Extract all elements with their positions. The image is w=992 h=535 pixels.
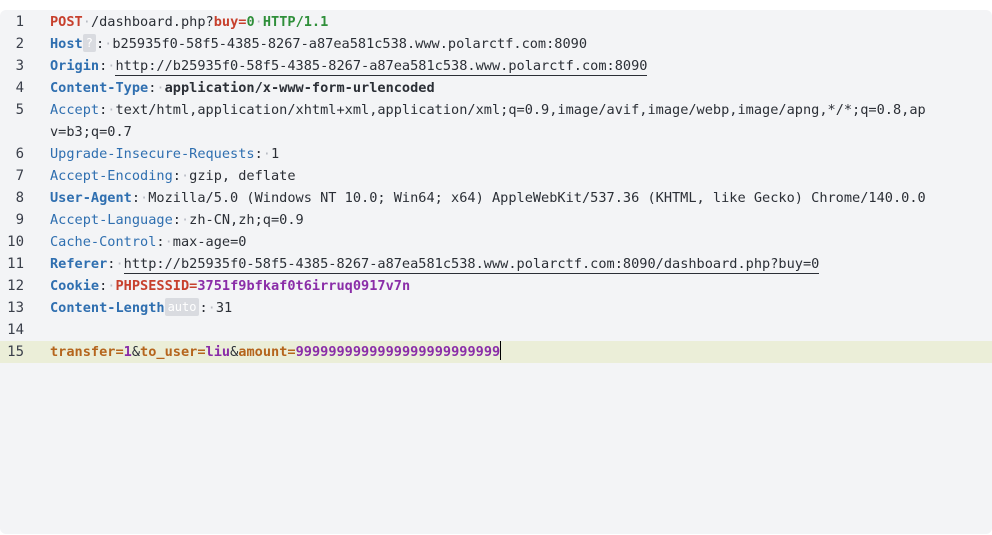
- body-param-key: transfer: [50, 344, 116, 360]
- header-upgrade-insecure-requests: 6 Upgrade-Insecure-Requests:·1: [15, 146, 280, 162]
- header-name: Cache-Control: [50, 234, 157, 250]
- header-name: Content-Length: [50, 300, 165, 316]
- header-accept: 5 Accept:·text/html,application/xhtml+xm…: [15, 102, 926, 118]
- text-cursor: [500, 341, 502, 360]
- line-number: 1: [15, 14, 24, 30]
- request-line: 1 POST·/dashboard.php?buy=0·HTTP/1.1: [0, 11, 992, 33]
- header-value: Mozilla/5.0 (Windows NT 10.0; Win64; x64…: [148, 190, 926, 206]
- body-param-value: liu: [205, 344, 231, 360]
- body-param-value: 1: [123, 344, 132, 360]
- request-path: /dashboard.php?: [90, 14, 214, 30]
- help-badge[interactable]: ?: [82, 34, 96, 52]
- request-editor[interactable]: 1 POST·/dashboard.php?buy=0·HTTP/1.1 2 H…: [0, 10, 992, 534]
- header-value: 31: [215, 300, 233, 316]
- header-name: Referer: [50, 256, 108, 272]
- header-name: Accept-Language: [50, 212, 173, 228]
- header-content-type: 4 Content-Type:·application/x-www-form-u…: [15, 80, 435, 96]
- header-accept-encoding: 7 Accept-Encoding:·gzip, deflate: [15, 168, 296, 184]
- origin-url[interactable]: http://b25935f0-58f5-4385-8267-a87ea581c…: [115, 58, 648, 76]
- header-user-agent: 8 User-Agent:·Mozilla/5.0 (Windows NT 10…: [15, 190, 926, 206]
- header-host: 2 Host?:·b25935f0-58f5-4385-8267-a87ea58…: [15, 34, 588, 52]
- header-value: 1: [270, 146, 280, 162]
- header-value: application/x-www-form-urlencoded: [164, 80, 435, 96]
- header-name: Host: [50, 36, 83, 52]
- request-body-line[interactable]: 15 transfer=1&to_user=liu&amount=9999999…: [0, 341, 992, 363]
- header-accept-continuation: v=b3;q=0.7: [0, 121, 992, 143]
- header-name: Cookie: [50, 278, 100, 294]
- header-value-wrap: v=b3;q=0.7: [50, 124, 132, 140]
- body-param-value: 9999999999999999999999999: [295, 344, 501, 360]
- header-name: Accept: [50, 102, 100, 118]
- http-protocol: HTTP/1.1: [262, 14, 329, 30]
- body-param-key: to_user: [140, 344, 198, 360]
- cookie-value: 3751f9bfkaf0t6irruq0917v7n: [197, 278, 411, 294]
- header-cookie: 12 Cookie:·PHPSESSID=3751f9bfkaf0t6irruq…: [7, 278, 411, 294]
- header-origin: 3 Origin:·http://b25935f0-58f5-4385-8267…: [15, 58, 648, 76]
- header-cache-control: 10 Cache-Control:·max-age=0: [7, 234, 247, 250]
- auto-badge[interactable]: auto: [164, 298, 200, 316]
- header-value: zh-CN,zh;q=0.9: [189, 212, 304, 228]
- cookie-key: PHPSESSID: [115, 278, 190, 294]
- header-name: Accept-Encoding: [50, 168, 173, 184]
- query-key: buy: [213, 14, 239, 30]
- header-value: gzip, deflate: [189, 168, 296, 184]
- header-referer: 11 Referer:·http://b25935f0-58f5-4385-82…: [7, 256, 820, 274]
- header-value: text/html,application/xhtml+xml,applicat…: [115, 102, 926, 118]
- query-value: 0: [246, 14, 255, 30]
- blank-line: 14: [7, 322, 24, 338]
- header-value: max-age=0: [172, 234, 247, 250]
- header-name: Origin: [50, 58, 100, 74]
- header-name: User-Agent: [50, 190, 132, 206]
- header-name: Upgrade-Insecure-Requests: [50, 146, 255, 162]
- http-method: POST: [50, 14, 83, 30]
- header-name: Content-Type: [50, 80, 149, 96]
- header-content-length: 13 Content-Length auto:·31: [7, 298, 233, 316]
- header-value: b25935f0-58f5-4385-8267-a87ea581c538.www…: [112, 36, 588, 52]
- header-accept-language: 9 Accept-Language:·zh-CN,zh;q=0.9: [15, 212, 304, 228]
- body-param-key: amount: [238, 344, 288, 360]
- referer-url[interactable]: http://b25935f0-58f5-4385-8267-a87ea581c…: [123, 256, 820, 274]
